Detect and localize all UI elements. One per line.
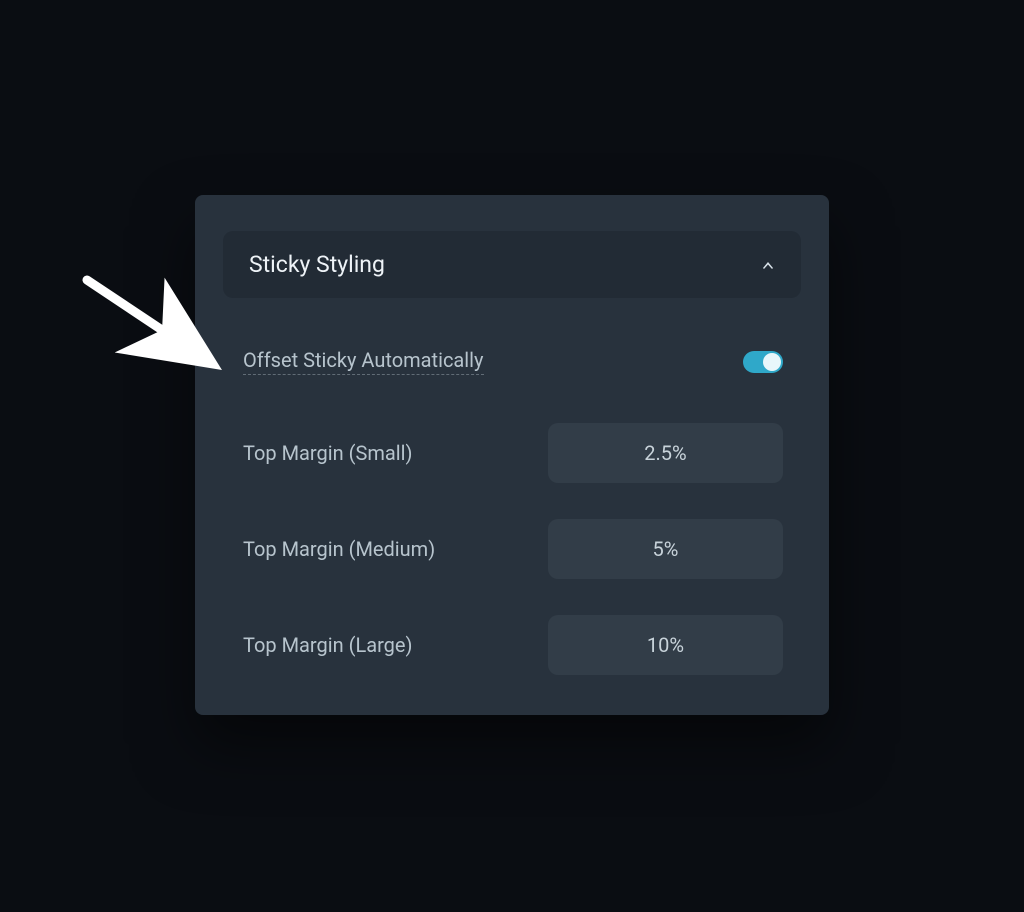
top-margin-medium-input[interactable]: 5% [548, 519, 783, 579]
top-margin-medium-row: Top Margin (Medium) 5% [223, 519, 801, 579]
sticky-styling-panel: Sticky Styling Offset Sticky Automatical… [195, 195, 829, 715]
section-header[interactable]: Sticky Styling [223, 231, 801, 298]
section-title: Sticky Styling [249, 251, 385, 278]
offset-sticky-toggle[interactable] [743, 351, 783, 373]
offset-sticky-label: Offset Sticky Automatically [243, 348, 484, 375]
top-margin-small-row: Top Margin (Small) 2.5% [223, 423, 801, 483]
top-margin-large-input[interactable]: 10% [548, 615, 783, 675]
top-margin-small-input[interactable]: 2.5% [548, 423, 783, 483]
top-margin-large-row: Top Margin (Large) 10% [223, 615, 801, 675]
top-margin-medium-label: Top Margin (Medium) [243, 537, 435, 561]
toggle-knob [763, 353, 781, 371]
top-margin-small-label: Top Margin (Small) [243, 441, 412, 465]
top-margin-large-label: Top Margin (Large) [243, 633, 412, 657]
offset-sticky-row: Offset Sticky Automatically [223, 348, 801, 375]
chevron-up-icon [761, 258, 775, 272]
